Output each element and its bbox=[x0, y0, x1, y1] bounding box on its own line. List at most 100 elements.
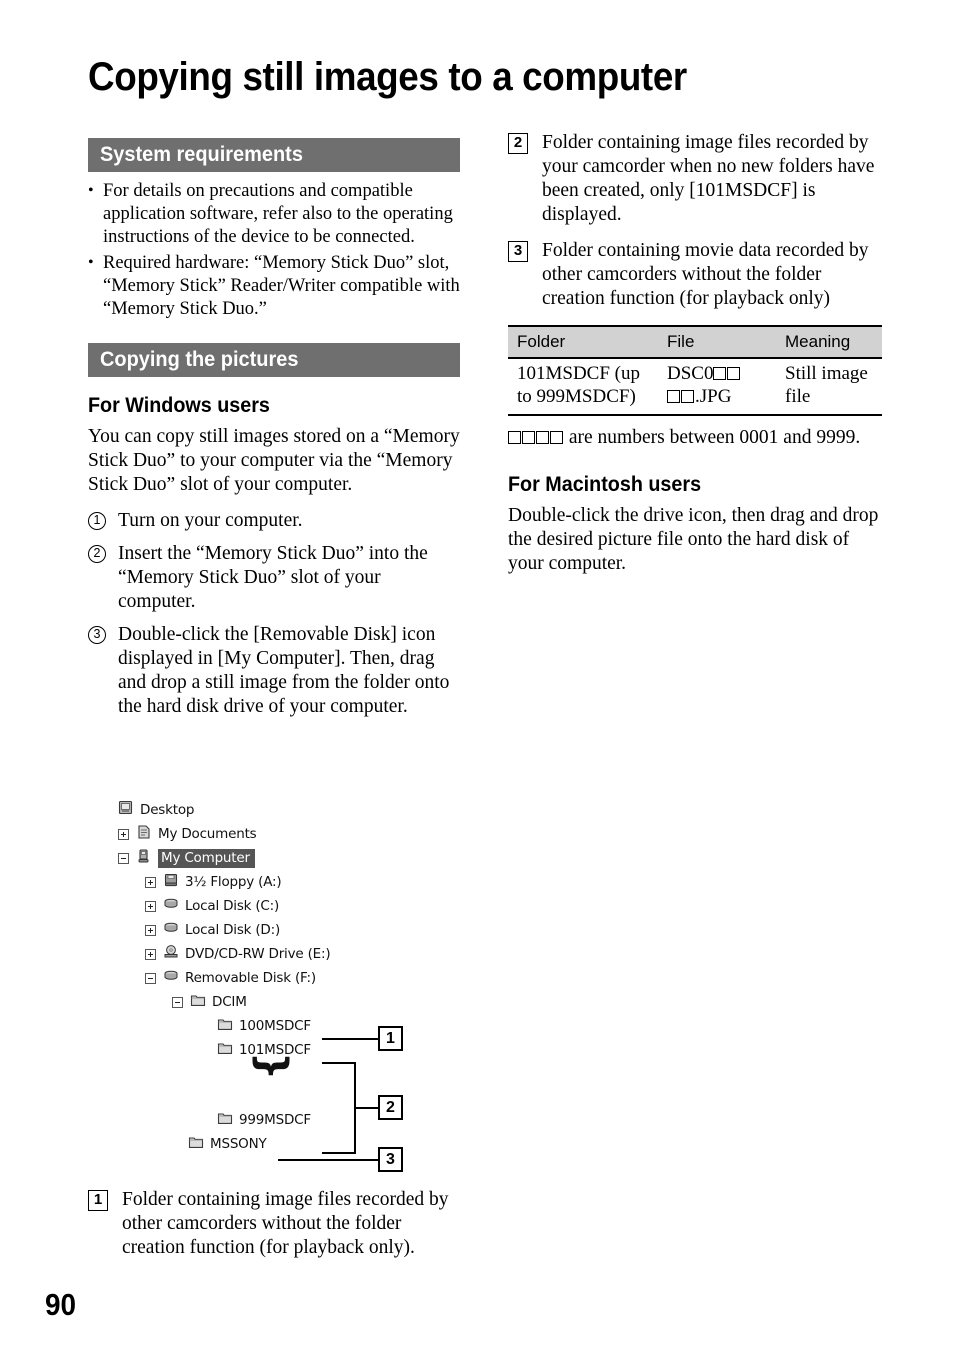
tree-row-floppy-a[interactable]: 3½ Floppy (A:) bbox=[100, 870, 430, 894]
expander-plus-icon[interactable] bbox=[145, 900, 156, 912]
tree-label: Removable Disk (F:) bbox=[185, 970, 316, 986]
footnote-text: Folder containing image files recorded b… bbox=[122, 1189, 449, 1258]
left-column-footnote: 1 Folder containing image files recorded… bbox=[88, 1188, 460, 1266]
page-number: 90 bbox=[45, 1287, 77, 1322]
folder-icon bbox=[190, 992, 206, 1012]
right-column-notes-list: 2 Folder containing image files recorded… bbox=[508, 131, 882, 311]
tree-row-local-disk-c[interactable]: Local Disk (C:) bbox=[100, 894, 430, 918]
tree-row-my-documents[interactable]: My Documents bbox=[100, 822, 430, 846]
list-item: 2 Folder containing image files recorded… bbox=[508, 131, 882, 227]
macintosh-paragraph: Double-click the drive icon, then drag a… bbox=[508, 505, 879, 574]
placeholder-box-icon bbox=[550, 431, 563, 444]
expander-plus-icon[interactable] bbox=[145, 876, 156, 888]
section-header-system-requirements: System requirements bbox=[88, 138, 460, 172]
footnote-list: 1 Folder containing image files recorded… bbox=[88, 1188, 460, 1260]
tree-row-dvd-drive-e[interactable]: DVD/CD-RW Drive (E:) bbox=[100, 942, 430, 966]
section-header-system-requirements-label: System requirements bbox=[100, 143, 303, 166]
tree-label: Desktop bbox=[140, 802, 195, 818]
column-header-meaning: Meaning bbox=[776, 325, 882, 359]
cell-meaning: Still image file bbox=[776, 358, 882, 416]
list-item: 2 Insert the “Memory Stick Duo” into the… bbox=[88, 542, 460, 614]
expander-minus-icon[interactable] bbox=[118, 852, 129, 864]
step-marker-1: 1 bbox=[88, 512, 106, 530]
note-text: Folder containing image files recorded b… bbox=[542, 132, 875, 225]
optical-drive-icon bbox=[163, 944, 179, 964]
system-requirements-bullet-list: For details on precautions and compatibl… bbox=[88, 179, 460, 321]
placeholder-box-icon bbox=[727, 367, 741, 380]
expander-plus-icon[interactable] bbox=[145, 948, 156, 960]
expander-plus-icon[interactable] bbox=[145, 924, 156, 936]
desktop-icon bbox=[118, 800, 134, 820]
placeholder-box-icon bbox=[508, 431, 521, 444]
placeholder-box-icon bbox=[667, 390, 680, 403]
explorer-tree-diagram: Desktop My Documents My Computer 3½ Flop… bbox=[100, 798, 430, 1172]
cell-file: DSC0 .JPG bbox=[658, 358, 776, 416]
expander-minus-icon[interactable] bbox=[145, 972, 156, 984]
expander-plus-icon[interactable] bbox=[118, 828, 129, 840]
tree-row-dcim[interactable]: DCIM bbox=[100, 990, 430, 1014]
tree-row-my-computer[interactable]: My Computer bbox=[100, 846, 430, 870]
my-computer-icon bbox=[136, 848, 152, 868]
placeholder-box-icon bbox=[713, 367, 727, 380]
callout-box-2: 2 bbox=[378, 1095, 403, 1120]
removable-disk-icon bbox=[163, 968, 179, 988]
tree-row-removable-disk-f[interactable]: Removable Disk (F:) bbox=[100, 966, 430, 990]
placeholder-box-icon bbox=[681, 390, 694, 403]
subheading-for-windows-users: For Windows users bbox=[88, 394, 270, 417]
placeholder-box-icon bbox=[536, 431, 549, 444]
list-item: 1 Turn on your computer. bbox=[88, 509, 460, 533]
step-marker-3: 3 bbox=[88, 626, 106, 644]
tree-row-local-disk-d[interactable]: Local Disk (D:) bbox=[100, 918, 430, 942]
documents-folder-icon bbox=[136, 824, 152, 844]
list-item: Required hardware: “Memory Stick Duo” sl… bbox=[88, 251, 460, 321]
ellipsis-squiggle-icon: } bbox=[249, 1051, 296, 1081]
list-item: 3 Folder containing movie data recorded … bbox=[508, 239, 882, 311]
column-header-file: File bbox=[658, 325, 776, 359]
right-column: 2 Folder containing image files recorded… bbox=[508, 131, 882, 576]
cell-file-suffix: .JPG bbox=[695, 386, 732, 407]
section-header-copying-the-pictures: Copying the pictures bbox=[88, 343, 460, 377]
tree-row-desktop[interactable]: Desktop bbox=[100, 798, 430, 822]
subheading-for-macintosh-users: For Macintosh users bbox=[508, 473, 702, 496]
column-header-folder: Folder bbox=[508, 325, 658, 359]
tree-label: My Documents bbox=[158, 826, 257, 842]
tree-label: Local Disk (C:) bbox=[185, 898, 280, 914]
hard-disk-icon bbox=[163, 920, 179, 940]
table-footnote: are numbers between 0001 and 9999. bbox=[508, 426, 882, 450]
callout-box-3: 3 bbox=[378, 1147, 403, 1172]
table-header-row: Folder File Meaning bbox=[508, 325, 882, 359]
placeholder-box-icon bbox=[522, 431, 535, 444]
step-marker-2: 2 bbox=[88, 545, 106, 563]
leader-line-2-top bbox=[322, 1062, 356, 1064]
step-text: Insert the “Memory Stick Duo” into the “… bbox=[118, 543, 428, 612]
list-item: For details on precautions and compatibl… bbox=[88, 179, 460, 249]
windows-steps-list: 1 Turn on your computer. 2 Insert the “M… bbox=[88, 509, 460, 719]
tree-label: MSSONY bbox=[210, 1136, 267, 1152]
callout-marker-1: 1 bbox=[88, 1190, 108, 1211]
expander-minus-icon[interactable] bbox=[172, 996, 183, 1008]
cell-file-prefix: DSC0 bbox=[667, 363, 714, 384]
left-column: System requirements For details on preca… bbox=[88, 138, 460, 728]
folder-file-meaning-table: Folder File Meaning 101MSDCF (up to 999M… bbox=[508, 325, 882, 416]
tree-label: DVD/CD-RW Drive (E:) bbox=[185, 946, 331, 962]
note-text: Folder containing movie data recorded by… bbox=[542, 240, 869, 309]
folder-icon bbox=[188, 1134, 204, 1154]
tree-label: DCIM bbox=[212, 994, 247, 1010]
leader-line-2-stem bbox=[354, 1107, 378, 1109]
floppy-drive-icon bbox=[163, 872, 179, 892]
tree-label: 100MSDCF bbox=[239, 1018, 311, 1034]
cell-folder: 101MSDCF (up to 999MSDCF) bbox=[508, 358, 658, 416]
tree-label: 999MSDCF bbox=[239, 1112, 311, 1128]
leader-line-1 bbox=[322, 1038, 378, 1040]
callout-marker-2: 2 bbox=[508, 133, 528, 154]
folder-icon bbox=[217, 1040, 233, 1060]
tree-label: Local Disk (D:) bbox=[185, 922, 281, 938]
table-footnote-text: are numbers between 0001 and 9999. bbox=[564, 427, 861, 448]
leader-line-2-bottom bbox=[322, 1152, 356, 1154]
list-item: 3 Double-click the [Removable Disk] icon… bbox=[88, 623, 460, 719]
table-row: 101MSDCF (up to 999MSDCF) DSC0 .JPG Still… bbox=[508, 358, 882, 416]
section-header-copying-the-pictures-label: Copying the pictures bbox=[100, 348, 299, 371]
page-title: Copying still images to a computer bbox=[88, 54, 687, 99]
callout-marker-3: 3 bbox=[508, 241, 528, 262]
windows-intro-paragraph: You can copy still images stored on a “M… bbox=[88, 426, 460, 495]
